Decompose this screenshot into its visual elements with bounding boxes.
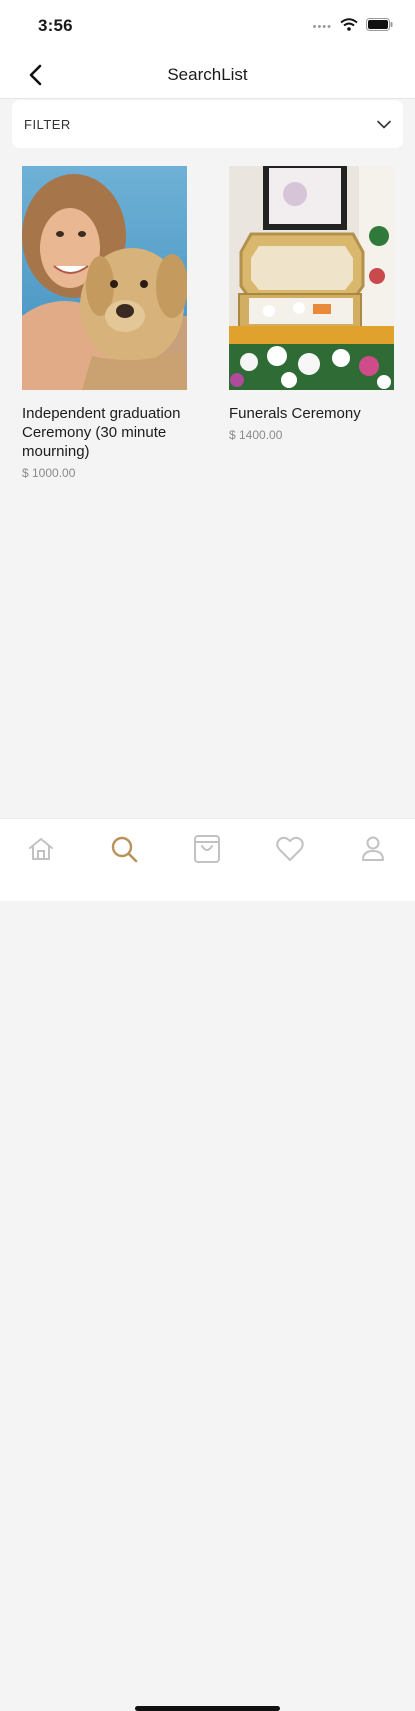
product-title: Independent graduation Ceremony (30 minu… — [22, 405, 181, 460]
product-grid: Independent graduation Ceremony (30 minu… — [22, 166, 394, 480]
product-card[interactable]: Independent graduation Ceremony (30 minu… — [22, 166, 187, 480]
search-icon — [111, 836, 138, 863]
filter-dropdown[interactable]: FILTER — [12, 100, 403, 148]
nav-bar: SearchList — [0, 52, 415, 99]
bag-icon — [194, 835, 220, 863]
status-time: 3:56 — [38, 16, 73, 35]
product-card[interactable]: Funerals Ceremony $ 1400.00 — [229, 166, 394, 480]
product-price: $ 1400.00 — [229, 428, 283, 442]
profile-icon — [362, 836, 384, 861]
tab-home[interactable] — [21, 829, 61, 869]
tab-profile[interactable] — [353, 829, 393, 869]
tab-bar — [0, 818, 415, 1711]
tab-search[interactable] — [104, 829, 144, 869]
product-price: $ 1000.00 — [22, 466, 76, 480]
heart-icon — [276, 836, 304, 861]
wifi-icon — [340, 18, 358, 36]
filter-label: FILTER — [24, 116, 71, 132]
product-title: Funerals Ceremony — [229, 405, 361, 422]
tab-cart[interactable] — [187, 829, 227, 869]
status-icons: •••• — [313, 18, 393, 36]
home-indicator — [135, 1706, 280, 1711]
product-image — [229, 166, 394, 390]
status-bar: 3:56 •••• — [0, 0, 415, 52]
signal-icon: •••• — [312, 21, 332, 33]
tab-favorites[interactable] — [270, 829, 310, 869]
home-icon — [29, 838, 53, 860]
product-image — [22, 166, 187, 390]
page-title: SearchList — [167, 65, 248, 84]
battery-icon — [366, 18, 393, 36]
chevron-down-icon — [377, 120, 391, 128]
